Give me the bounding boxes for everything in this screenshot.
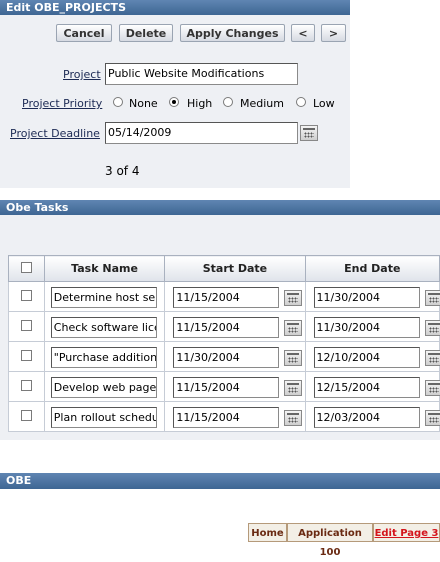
calendar-icon[interactable]	[284, 410, 303, 426]
priority-low-radio[interactable]	[296, 97, 306, 107]
table-row: Develop web pages 11/15/2004 12/15/2004	[8, 371, 440, 402]
project-label[interactable]: Project	[63, 68, 101, 81]
table-row: Determine host server 11/15/2004 11/30/2…	[8, 281, 440, 312]
priority-low-label: Low	[313, 97, 335, 110]
delete-button[interactable]: Delete	[119, 24, 173, 42]
task-name-cell: Plan rollout schedule	[43, 401, 166, 432]
priority-high-radio[interactable]	[169, 97, 179, 107]
calendar-icon[interactable]	[284, 380, 303, 396]
end-date-field[interactable]: 12/03/2004	[313, 407, 420, 428]
calendar-icon[interactable]	[284, 290, 303, 306]
row-select-cell	[8, 281, 45, 312]
project-deadline-label[interactable]: Project Deadline	[10, 127, 100, 140]
end-date-field[interactable]: 12/10/2004	[313, 347, 420, 368]
start-date-cell: 11/30/2004	[164, 341, 306, 372]
application-link[interactable]: Application 100	[287, 523, 373, 558]
column-header-task-name[interactable]: Task Name	[43, 255, 166, 282]
column-header-end-date[interactable]: End Date	[304, 255, 440, 282]
next-record-button[interactable]: >	[321, 24, 346, 42]
end-date-field[interactable]: 12/15/2004	[313, 377, 420, 398]
end-date-cell: 12/10/2004	[304, 341, 440, 372]
start-date-cell: 11/15/2004	[164, 401, 306, 432]
apply-changes-button[interactable]: Apply Changes	[180, 24, 285, 42]
row-select-cell	[8, 341, 45, 372]
row-checkbox[interactable]	[20, 289, 32, 301]
cancel-button[interactable]: Cancel	[56, 24, 112, 42]
priority-medium-label: Medium	[240, 97, 284, 110]
edit-page-link[interactable]: Edit Page 3	[373, 523, 440, 542]
start-date-cell: 11/15/2004	[164, 371, 306, 402]
priority-none-radio[interactable]	[113, 97, 123, 107]
table-row: Check software licenses 11/15/2004 11/30…	[8, 311, 440, 342]
task-name-cell: Develop web pages	[43, 371, 166, 402]
start-date-field[interactable]: 11/15/2004	[173, 377, 280, 398]
select-all-header	[8, 255, 45, 282]
calendar-icon[interactable]	[424, 350, 440, 366]
end-date-cell: 11/30/2004	[304, 281, 440, 312]
calendar-icon[interactable]	[284, 320, 303, 336]
table-row: "Purchase additional 11/30/2004 12/10/20…	[8, 341, 440, 372]
row-select-cell	[8, 311, 45, 342]
previous-record-button[interactable]: <	[291, 24, 315, 42]
row-select-cell	[8, 401, 45, 432]
task-name-field[interactable]: "Purchase additional	[50, 347, 157, 368]
end-date-field[interactable]: 11/30/2004	[313, 317, 420, 338]
project-deadline-field[interactable]: 05/14/2009	[105, 122, 298, 144]
task-name-cell: Check software licenses	[43, 311, 166, 342]
priority-medium-radio[interactable]	[223, 97, 233, 107]
footer-bar: OBE	[0, 473, 440, 489]
task-name-cell: "Purchase additional	[43, 341, 166, 372]
home-link[interactable]: Home	[248, 523, 287, 542]
tasks-table: Task Name Start Date End Date Determine …	[8, 255, 440, 432]
record-position: 3 of 4	[105, 164, 140, 178]
end-date-cell: 12/15/2004	[304, 371, 440, 402]
start-date-field[interactable]: 11/30/2004	[173, 347, 280, 368]
start-date-field[interactable]: 11/15/2004	[173, 287, 280, 308]
start-date-cell: 11/15/2004	[164, 281, 306, 312]
calendar-icon[interactable]	[424, 320, 440, 336]
task-name-field[interactable]: Plan rollout schedule	[50, 407, 157, 428]
start-date-field[interactable]: 11/15/2004	[173, 317, 280, 338]
start-date-field[interactable]: 11/15/2004	[173, 407, 280, 428]
end-date-field[interactable]: 11/30/2004	[313, 287, 420, 308]
calendar-icon[interactable]	[424, 290, 440, 306]
row-checkbox[interactable]	[20, 319, 32, 331]
calendar-icon[interactable]	[424, 380, 440, 396]
task-name-field[interactable]: Check software licenses	[50, 317, 157, 338]
table-row: Plan rollout schedule 11/15/2004 12/03/2…	[8, 401, 440, 432]
row-checkbox[interactable]	[20, 349, 32, 361]
task-name-field[interactable]: Develop web pages	[50, 377, 157, 398]
project-priority-label[interactable]: Project Priority	[22, 97, 102, 110]
priority-high-label: High	[187, 97, 213, 110]
task-name-cell: Determine host server	[43, 281, 166, 312]
edit-projects-title: Edit OBE_PROJECTS	[0, 0, 350, 15]
calendar-icon[interactable]	[300, 125, 318, 141]
row-select-cell	[8, 371, 45, 402]
priority-none-label: None	[129, 97, 158, 110]
project-name-field[interactable]: Public Website Modifications	[105, 63, 298, 85]
calendar-icon[interactable]	[424, 410, 440, 426]
select-all-checkbox[interactable]	[20, 261, 32, 273]
end-date-cell: 12/03/2004	[304, 401, 440, 432]
row-checkbox[interactable]	[20, 409, 32, 421]
tasks-title: Obe Tasks	[0, 200, 440, 215]
column-header-start-date[interactable]: Start Date	[164, 255, 306, 282]
start-date-cell: 11/15/2004	[164, 311, 306, 342]
task-name-field[interactable]: Determine host server	[50, 287, 157, 308]
calendar-icon[interactable]	[284, 350, 303, 366]
row-checkbox[interactable]	[20, 379, 32, 391]
end-date-cell: 11/30/2004	[304, 311, 440, 342]
